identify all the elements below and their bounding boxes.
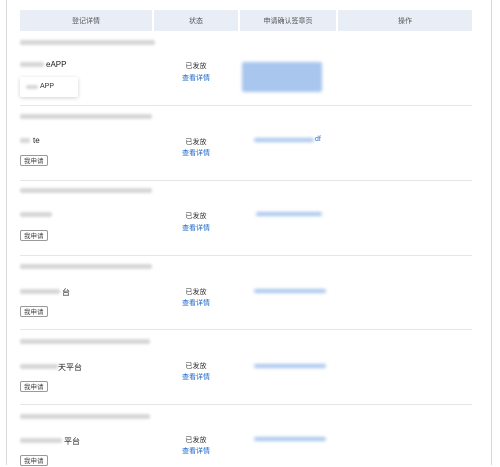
redacted-text (26, 85, 38, 89)
redacted-text (20, 264, 152, 269)
redacted-seal-link[interactable] (242, 62, 322, 92)
col-header-seal-page: 申请确认签章页 (240, 10, 338, 31)
view-details-link[interactable]: 查看详情 (156, 148, 236, 158)
tooltip-text: APP (40, 83, 55, 90)
table-row: 天平台 我申请 已发放 查看详情 (20, 330, 472, 405)
view-details-link[interactable]: 查看详情 (156, 446, 236, 456)
seal-link-suffix[interactable]: df (315, 136, 321, 143)
apply-button[interactable]: 我申请 (20, 155, 48, 166)
view-details-link[interactable]: 查看详情 (156, 223, 236, 233)
record-name: te (33, 136, 40, 145)
view-details-link[interactable]: 查看详情 (156, 73, 236, 83)
table-row: 我申请 已发放 查看详情 (20, 181, 472, 256)
redacted-text (20, 364, 58, 369)
redacted-text (20, 339, 150, 344)
redacted-text (20, 438, 62, 443)
status-text: 已发放 (185, 213, 207, 220)
view-details-link[interactable]: 查看详情 (156, 372, 236, 382)
status-text: 已发放 (185, 437, 207, 444)
view-details-link[interactable]: 查看详情 (156, 298, 236, 308)
redacted-seal-link[interactable] (254, 289, 326, 293)
table-header: 登记详情 状态 申请确认签章页 操作 (20, 10, 472, 31)
redacted-text (20, 414, 150, 419)
redacted-text (20, 138, 30, 143)
apply-button[interactable]: 我申请 (20, 455, 48, 466)
redacted-seal-link[interactable] (254, 364, 326, 368)
record-name: 平台 (64, 437, 80, 446)
table-row: te 我申请 已发放 查看详情 df (20, 106, 472, 181)
apply-button[interactable]: 我申请 (20, 381, 48, 392)
redacted-text (20, 62, 44, 67)
apply-button[interactable]: 我申请 (20, 306, 48, 317)
redacted-text (20, 188, 152, 193)
col-header-status: 状态 (154, 10, 240, 31)
table-row: 平台 我申请 已发放 查看详情 (20, 405, 472, 466)
table-row: eAPP 已发放 查看详情 (20, 32, 472, 106)
table-row: 台 我申请 已发放 查看详情 (20, 256, 472, 330)
redacted-text (20, 212, 52, 217)
redacted-seal-link[interactable] (254, 437, 326, 441)
status-text: 已发放 (185, 139, 207, 146)
redacted-text (20, 40, 155, 45)
status-text: 已发放 (185, 363, 207, 370)
redacted-text (20, 114, 152, 119)
redacted-text (20, 289, 60, 294)
redacted-seal-link[interactable] (254, 138, 314, 142)
record-name: eAPP (46, 60, 67, 69)
status-text: 已发放 (185, 63, 207, 70)
record-name: 天平台 (58, 363, 82, 372)
redacted-seal-link[interactable] (256, 212, 322, 216)
apply-button[interactable]: 我申请 (20, 230, 48, 241)
name-tooltip: APP (20, 77, 78, 97)
col-header-actions: 操作 (338, 10, 472, 31)
col-header-details: 登记详情 (20, 10, 154, 31)
record-name: 台 (62, 288, 70, 297)
status-text: 已发放 (185, 289, 207, 296)
